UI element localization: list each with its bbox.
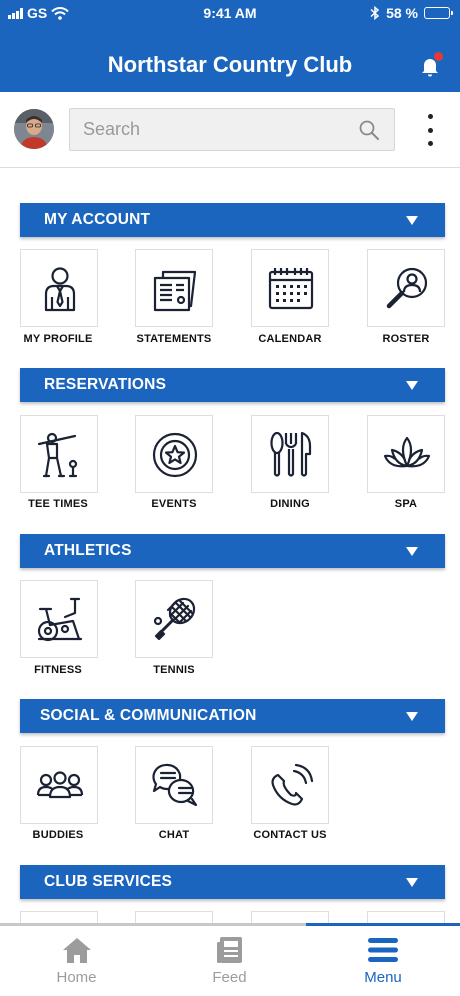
notification-dot xyxy=(434,52,443,61)
section-title: MY ACCOUNT xyxy=(44,211,151,228)
bluetooth-icon xyxy=(370,6,380,20)
app-screen: GS 9:41 AM 58 % Northstar Country Club M… xyxy=(0,0,460,996)
search-row xyxy=(0,92,460,168)
section-header-reservations[interactable]: RESERVATIONS xyxy=(20,368,445,402)
app-header: Northstar Country Club xyxy=(0,26,460,92)
tennis-racket-icon xyxy=(153,597,196,641)
calendar-icon xyxy=(268,268,314,310)
section-header-my-account[interactable]: MY ACCOUNT xyxy=(20,203,445,237)
tile-label: STATEMENTS xyxy=(136,333,212,345)
search-input[interactable] xyxy=(70,109,330,150)
statement-icon xyxy=(153,270,197,312)
tab-label: Menu xyxy=(364,969,402,986)
tile-label: MY PROFILE xyxy=(23,333,93,345)
golfer-icon xyxy=(37,432,78,478)
tile-events[interactable] xyxy=(135,415,213,493)
notification-bell-icon[interactable] xyxy=(418,52,443,78)
section-header-athletics[interactable]: ATHLETICS xyxy=(20,534,445,568)
tile-calendar[interactable] xyxy=(251,249,329,327)
avatar[interactable] xyxy=(14,109,54,149)
search-box xyxy=(69,108,395,151)
section-header-social-communication[interactable]: SOCIAL & COMMUNICATION xyxy=(20,699,445,733)
tile-placeholder[interactable] xyxy=(251,911,329,923)
chevron-down-icon xyxy=(406,381,418,390)
tile-label: CHAT xyxy=(158,829,190,841)
tile-placeholder[interactable] xyxy=(135,911,213,923)
tile-my-profile[interactable] xyxy=(20,249,98,327)
star-badge-icon xyxy=(152,432,198,478)
section-title: SOCIAL & COMMUNICATION xyxy=(40,707,257,724)
tile-label: DINING xyxy=(270,498,310,510)
feed-icon xyxy=(216,937,242,963)
section-header-club-services[interactable]: CLUB SERVICES xyxy=(20,865,445,899)
section-title: RESERVATIONS xyxy=(44,376,167,393)
tile-statements[interactable] xyxy=(135,249,213,327)
tile-label: SPA xyxy=(394,498,418,510)
active-tab-indicator xyxy=(306,923,460,926)
tile-label: CALENDAR xyxy=(258,333,322,345)
tab-label: Feed xyxy=(212,969,247,986)
tab-label: Home xyxy=(56,969,97,986)
page-title: Northstar Country Club xyxy=(107,52,353,77)
tile-tennis[interactable] xyxy=(135,580,213,658)
section-title: CLUB SERVICES xyxy=(44,873,173,890)
battery-icon xyxy=(424,7,453,19)
chevron-down-icon xyxy=(406,712,418,721)
group-icon xyxy=(36,771,84,799)
menu-content: MY ACCOUNT MY PROFILE STATEMENTS CALENDA… xyxy=(0,169,460,923)
tile-spa[interactable] xyxy=(367,415,445,493)
search-icon[interactable] xyxy=(358,119,380,141)
chat-bubbles-icon xyxy=(152,763,198,807)
more-options-icon[interactable] xyxy=(420,112,440,148)
home-icon xyxy=(62,938,91,963)
tile-fitness[interactable] xyxy=(20,580,98,658)
cutlery-icon xyxy=(270,431,312,477)
menu-icon xyxy=(368,938,398,962)
battery-percent: 58 % xyxy=(386,5,418,21)
tile-tee-times[interactable] xyxy=(20,415,98,493)
tile-placeholder[interactable] xyxy=(367,911,445,923)
chevron-down-icon xyxy=(406,216,418,225)
tile-label: TEE TIMES xyxy=(28,498,88,510)
tile-label: EVENTS xyxy=(151,498,197,510)
tile-roster[interactable] xyxy=(367,249,445,327)
exercise-bike-icon xyxy=(37,597,83,642)
tab-menu[interactable]: Menu xyxy=(306,936,460,996)
tile-label: CONTACT US xyxy=(253,829,327,841)
bottom-tab-bar: Home Feed Menu xyxy=(0,923,460,996)
status-bar: GS 9:41 AM 58 % xyxy=(0,0,460,26)
tile-label: BUDDIES xyxy=(32,829,84,841)
tile-placeholder[interactable] xyxy=(20,911,98,923)
roster-search-icon xyxy=(386,267,428,309)
tile-label: TENNIS xyxy=(153,664,195,676)
tile-contact-us[interactable] xyxy=(251,746,329,824)
tab-feed[interactable]: Feed xyxy=(153,936,306,996)
tab-home[interactable]: Home xyxy=(0,936,153,996)
chevron-down-icon xyxy=(406,547,418,556)
tile-label: ROSTER xyxy=(382,333,430,345)
chevron-down-icon xyxy=(406,878,418,887)
tile-chat[interactable] xyxy=(135,746,213,824)
section-title: ATHLETICS xyxy=(44,542,132,559)
person-tie-icon xyxy=(44,267,76,312)
tile-buddies[interactable] xyxy=(20,746,98,824)
tile-dining[interactable] xyxy=(251,415,329,493)
lotus-icon xyxy=(383,436,431,468)
phone-icon xyxy=(271,763,314,806)
tile-label: FITNESS xyxy=(34,664,82,676)
